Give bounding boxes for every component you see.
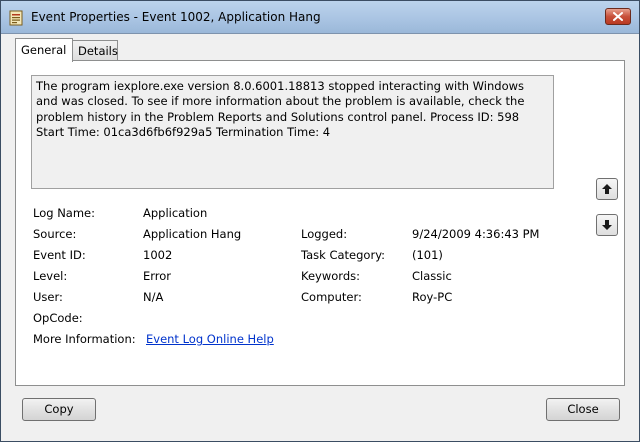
logged-label: Logged:	[301, 227, 348, 241]
level-value: Error	[143, 269, 172, 283]
title-bar[interactable]: Event Properties - Event 1002, Applicati…	[1, 1, 639, 34]
event-properties-window: Event Properties - Event 1002, Applicati…	[0, 0, 640, 442]
next-event-button[interactable]	[596, 214, 618, 236]
opcode-label: OpCode:	[33, 311, 83, 325]
event-viewer-icon	[9, 10, 23, 26]
event-id-value: 1002	[143, 248, 173, 262]
tab-details[interactable]: Details	[72, 40, 118, 61]
user-value: N/A	[143, 290, 164, 304]
previous-event-button[interactable]	[596, 178, 618, 200]
arrow-up-icon	[602, 184, 612, 194]
event-log-online-help-link[interactable]: Event Log Online Help	[146, 332, 274, 346]
source-label: Source:	[33, 227, 77, 241]
logged-value: 9/24/2009 4:36:43 PM	[412, 227, 540, 241]
window-title: Event Properties - Event 1002, Applicati…	[31, 10, 321, 24]
close-window-button[interactable]	[605, 8, 631, 25]
dialog-client: General Details The program iexplore.exe…	[3, 35, 637, 439]
event-description[interactable]: The program iexplore.exe version 8.0.600…	[31, 75, 554, 189]
level-label: Level:	[33, 269, 68, 283]
keywords-label: Keywords:	[301, 269, 360, 283]
task-category-label: Task Category:	[301, 248, 386, 262]
computer-value: Roy-PC	[412, 290, 453, 304]
more-information-label: More Information:	[33, 332, 136, 346]
log-name-value: Application	[143, 206, 208, 220]
keywords-value: Classic	[412, 269, 452, 283]
log-name-label: Log Name:	[33, 206, 95, 220]
user-label: User:	[33, 290, 63, 304]
arrow-down-icon	[602, 220, 612, 230]
general-tab-panel: The program iexplore.exe version 8.0.600…	[15, 60, 625, 386]
close-icon	[613, 12, 623, 21]
computer-label: Computer:	[301, 290, 362, 304]
task-category-value: (101)	[412, 248, 443, 262]
source-value: Application Hang	[143, 227, 242, 241]
copy-button[interactable]: Copy	[22, 398, 96, 421]
event-id-label: Event ID:	[33, 248, 86, 262]
close-button[interactable]: Close	[546, 398, 620, 421]
tab-general[interactable]: General	[15, 38, 73, 62]
